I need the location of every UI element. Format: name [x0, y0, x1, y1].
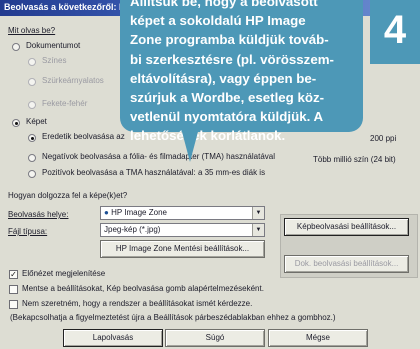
step-badge: 4 — [370, 0, 420, 64]
destination-value: HP Image Zone — [111, 208, 167, 217]
cancel-button[interactable]: Mégse — [268, 329, 368, 347]
show-preview-checkbox[interactable]: ✓ — [9, 270, 18, 279]
what-to-scan-label: Mit olvas be? — [8, 26, 56, 35]
hp-logo-icon: ● — [104, 208, 109, 217]
callout-pointer — [181, 128, 199, 162]
image-radio[interactable] — [12, 119, 20, 127]
chevron-down-icon: ▼ — [252, 207, 264, 219]
color-radio[interactable] — [28, 58, 36, 66]
step-number: 4 — [383, 8, 407, 52]
color-depth-value: Több millió szín (24 bit) — [313, 155, 396, 164]
image-scan-settings-button[interactable]: Képbeolvasási beállítások... — [284, 218, 409, 236]
grayscale-radio[interactable] — [28, 78, 36, 86]
scan-button[interactable]: Lapolvasás — [63, 329, 163, 347]
dont-remind-label: Nem szeretném, hogy a rendszer a beállít… — [22, 299, 253, 308]
positive-radio[interactable] — [28, 170, 36, 178]
negative-radio-label: Negatívok beolvasása a fólia- és filmada… — [42, 152, 275, 161]
help-button[interactable]: Súgó — [165, 329, 265, 347]
original-radio-label: Eredetik beolvasása az — [42, 132, 125, 141]
filetype-label: Fájl típusa: — [8, 227, 48, 236]
filetype-value: Jpeg-kép (*.jpg) — [104, 225, 161, 234]
save-settings-button[interactable]: HP Image Zone Mentési beállítások... — [100, 240, 265, 258]
bw-radio-label: Fekete-fehér — [42, 99, 88, 108]
window-title: Beolvasás a következőről: Ic — [4, 2, 127, 12]
show-preview-label: Előnézet megjelenítése — [22, 269, 106, 278]
destination-label: Beolvasás helye: — [8, 210, 69, 219]
dont-remind-checkbox[interactable] — [9, 300, 18, 309]
doc-scan-settings-button[interactable]: Dok. beolvasási beállítások... — [284, 255, 409, 273]
document-radio[interactable] — [12, 43, 20, 51]
original-radio[interactable] — [28, 134, 36, 142]
resolution-value: 200 ppi — [370, 134, 397, 143]
negative-radio[interactable] — [28, 154, 36, 162]
reminder-note: (Bekapcsolhatja a figyelmeztetést újra a… — [10, 313, 336, 322]
chevron-down-icon: ▼ — [252, 224, 264, 236]
positive-radio-label: Pozitívok beolvasása a TMA használatával… — [42, 168, 266, 177]
destination-select[interactable]: ● HP Image Zone ▼ — [100, 206, 265, 220]
callout-bubble: Állítsuk be, hogy a beolvasott képet a s… — [120, 0, 363, 143]
filetype-select[interactable]: Jpeg-kép (*.jpg) ▼ — [100, 223, 265, 237]
grayscale-radio-label: Szürkeárnyalatos — [42, 76, 104, 85]
bw-radio[interactable] — [28, 101, 36, 109]
save-settings-check-label: Mentse a beállításokat, Kép beolvasása g… — [22, 284, 264, 293]
save-settings-checkbox[interactable] — [9, 285, 18, 294]
image-radio-label: Képet — [26, 117, 47, 126]
color-radio-label: Színes — [42, 56, 67, 65]
process-question-label: Hogyan dolgozza fel a képe(k)et? — [8, 191, 128, 200]
callout-text: Állítsuk be, hogy a beolvasott képet a s… — [130, 0, 334, 144]
document-radio-label: Dokumentumot — [26, 41, 81, 50]
